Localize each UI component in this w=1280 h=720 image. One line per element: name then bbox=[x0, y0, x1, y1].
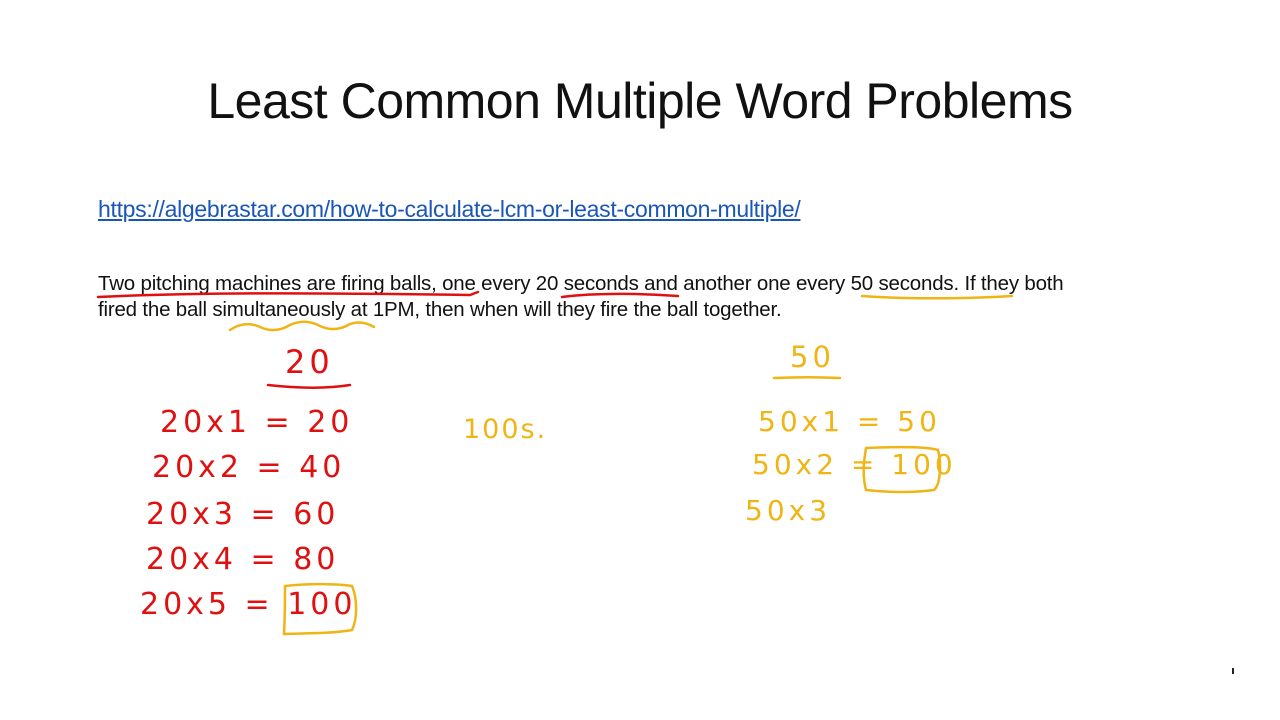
slide-title: Least Common Multiple Word Problems bbox=[207, 73, 1073, 129]
left-row-3: 20x3 = 60 bbox=[146, 497, 340, 532]
left-header-underline bbox=[266, 383, 352, 389]
left-row-1: 20x1 = 20 bbox=[160, 405, 354, 440]
right-row-3: 50x3 bbox=[745, 494, 832, 527]
middle-note: 100s. bbox=[463, 414, 548, 445]
stray-mark bbox=[1232, 668, 1234, 674]
right-header-underline bbox=[772, 376, 842, 380]
problem-line-2: fired the ball simultaneously at 1PM, th… bbox=[98, 298, 782, 321]
right-header: 50 bbox=[790, 340, 835, 374]
left-row-4: 20x4 = 80 bbox=[146, 542, 340, 577]
left-row-5: 20x5 = 100 bbox=[140, 587, 357, 622]
left-row-2: 20x2 = 40 bbox=[152, 450, 346, 485]
right-row-1: 50x1 = 50 bbox=[758, 405, 941, 438]
left-header: 20 bbox=[285, 343, 334, 381]
problem-line-1: Two pitching machines are firing balls, … bbox=[98, 272, 1064, 295]
right-row-2: 50x2 = 100 bbox=[752, 448, 957, 481]
reference-link[interactable]: https://algebrastar.com/how-to-calculate… bbox=[98, 196, 801, 223]
problem-text: Two pitching machines are firing balls, … bbox=[98, 271, 1198, 323]
